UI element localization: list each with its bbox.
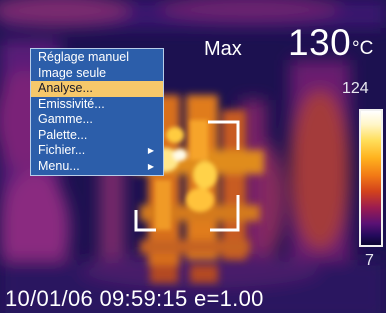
status-emissivity: e=1.00	[193, 286, 264, 311]
max-temperature-value: 130	[288, 22, 352, 63]
menu-item-menu[interactable]: Menu... ▶	[31, 159, 163, 175]
max-label: Max	[204, 38, 242, 60]
triangle-right-icon: ▶	[147, 146, 154, 155]
menu-item-label: Palette...	[38, 127, 88, 142]
context-menu: Réglage manuel Image seule Analyse... Em…	[30, 48, 164, 176]
menu-item-emissivite[interactable]: Emissivité...	[31, 97, 163, 113]
temperature-unit: °C	[352, 38, 374, 59]
menu-item-analyse[interactable]: Analyse...	[31, 81, 163, 97]
menu-item-palette[interactable]: Palette...	[31, 128, 163, 144]
status-date: 10/01/06	[5, 286, 94, 311]
menu-item-label: Gamme...	[38, 112, 93, 126]
menu-item-label: Réglage manuel	[38, 50, 130, 64]
menu-item-label: Fichier...	[38, 143, 86, 157]
scale-low-value: 7	[365, 252, 374, 269]
menu-item-reglage-manuel[interactable]: Réglage manuel	[31, 50, 163, 66]
menu-item-fichier[interactable]: Fichier... ▶	[31, 143, 163, 159]
thermal-camera-screen: Max 130 °C 124 7 10/01/06 09:59:15 e=1.0…	[0, 0, 386, 313]
menu-item-image-seule[interactable]: Image seule	[31, 66, 163, 82]
menu-item-label: Analyse...	[38, 81, 93, 95]
menu-item-gamme[interactable]: Gamme...	[31, 112, 163, 128]
triangle-right-icon: ▶	[147, 161, 154, 171]
menu-item-label: Image seule	[38, 65, 107, 80]
temperature-color-scale	[359, 109, 383, 247]
status-bar: 10/01/06 09:59:15 e=1.00	[5, 286, 264, 312]
scale-high-value: 124	[342, 80, 369, 97]
menu-item-label: Emissivité...	[38, 96, 105, 111]
menu-item-label: Menu...	[38, 158, 80, 173]
status-time: 09:59:15	[99, 286, 188, 311]
